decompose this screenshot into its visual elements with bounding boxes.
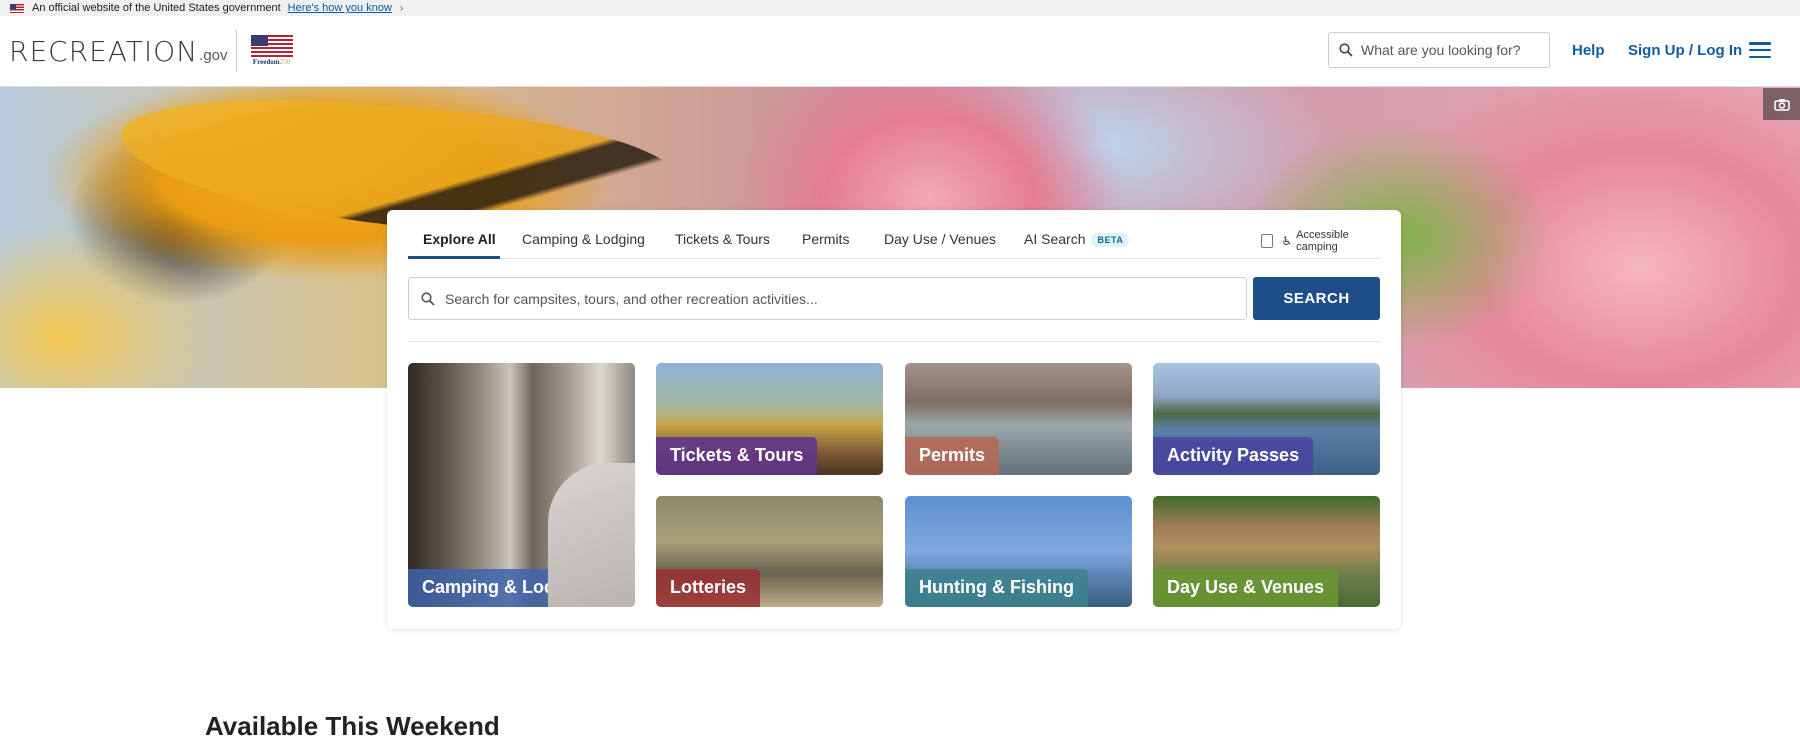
tile-lotteries[interactable]: Lotteries	[656, 496, 883, 607]
us-flag-icon	[10, 3, 24, 13]
tile-activity-passes[interactable]: Activity Passes	[1153, 363, 1380, 475]
freedom-250-logo: Freedom250	[250, 35, 293, 67]
accessible-camping-label: Accessible camping	[1296, 229, 1349, 253]
tab-camping-lodging[interactable]: Camping & Lodging	[522, 231, 645, 247]
logo-gov-suffix: .gov	[199, 46, 228, 64]
tile-permits[interactable]: Permits	[905, 363, 1132, 475]
header-search[interactable]	[1328, 32, 1550, 68]
freedom-flag-icon	[250, 35, 293, 57]
logo-wordmark: RECREATION	[9, 34, 199, 68]
tile-day-use-venues[interactable]: Day Use & Venues	[1153, 496, 1380, 607]
tab-day-use-venues[interactable]: Day Use / Venues	[884, 231, 996, 247]
tile-hunting-fishing[interactable]: Hunting & Fishing	[905, 496, 1132, 607]
accessible-camping-toggle[interactable]: ♿ Accessible camping	[1261, 229, 1380, 253]
tab-permits[interactable]: Permits	[802, 231, 849, 247]
header-search-input[interactable]	[1361, 42, 1531, 58]
tile-tickets-tours[interactable]: Tickets & Tours	[656, 363, 883, 475]
tile-label: Activity Passes	[1153, 437, 1314, 475]
active-tab-indicator	[408, 256, 500, 259]
search-icon	[1339, 43, 1353, 57]
gov-banner: An official website of the United States…	[0, 0, 1800, 16]
accessibility-icon: ♿	[1281, 234, 1293, 248]
help-link[interactable]: Help	[1572, 42, 1605, 59]
tab-tickets-tours[interactable]: Tickets & Tours	[675, 231, 770, 247]
tab-explore-all[interactable]: Explore All	[423, 231, 496, 247]
tab-ai-search-label: AI Search	[1024, 231, 1086, 247]
tab-ai-search[interactable]: AI Search BETA	[1024, 231, 1130, 247]
sign-up-log-in-link[interactable]: Sign Up / Log In	[1628, 42, 1742, 59]
tile-label: Permits	[905, 437, 1000, 475]
card-divider	[408, 341, 1380, 342]
heres-how-you-know-link[interactable]: Here's how you know	[288, 2, 392, 14]
tile-label: Day Use & Venues	[1153, 569, 1339, 607]
search-icon	[421, 291, 435, 306]
tile-label: Hunting & Fishing	[905, 569, 1088, 607]
accessible-camping-checkbox[interactable]	[1261, 234, 1274, 248]
main-search-field[interactable]	[408, 277, 1247, 320]
chevron-right-icon[interactable]: ›	[400, 3, 403, 14]
search-tabs: Explore All Camping & Lodging Tickets & …	[408, 210, 1380, 259]
main-search-input[interactable]	[445, 290, 1225, 307]
menu-icon[interactable]	[1749, 42, 1771, 58]
recreation-gov-logo[interactable]: RECREATION .gov	[9, 35, 228, 68]
tile-label: Tickets & Tours	[656, 437, 818, 475]
tile-camping-lodging[interactable]: Camping & Lodging	[408, 363, 635, 607]
logo-divider	[235, 30, 237, 72]
tile-label: Lotteries	[656, 569, 761, 607]
freedom-250-text: Freedom250	[252, 58, 291, 66]
search-card: Explore All Camping & Lodging Tickets & …	[387, 210, 1401, 629]
tile-label: Camping & Lodging	[408, 569, 607, 607]
camera-icon[interactable]	[1763, 88, 1800, 120]
search-button[interactable]: SEARCH	[1253, 277, 1380, 320]
beta-badge: BETA	[1091, 233, 1130, 247]
available-this-weekend-heading: Available This Weekend	[205, 711, 500, 741]
site-header: RECREATION .gov Freedom250 Help Sign Up …	[0, 16, 1800, 87]
gov-banner-text: An official website of the United States…	[32, 2, 281, 14]
